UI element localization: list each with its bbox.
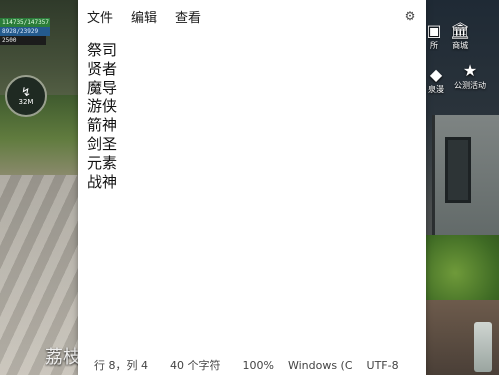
text-line: 祭司 <box>87 41 118 59</box>
text-line: 战神 <box>87 172 118 191</box>
menu-file[interactable]: 文件 <box>87 7 113 26</box>
misc-icon: ◆ <box>429 65 443 84</box>
zoom-level[interactable]: 100% <box>243 359 274 372</box>
partial-icon: ▣ <box>428 22 440 40</box>
menu-view[interactable]: 查看 <box>175 7 201 26</box>
mall-button[interactable]: 🏛 商城 <box>450 22 470 51</box>
hp-bar: 114735/147357 <box>0 18 50 27</box>
text-line: 元素 <box>87 153 118 172</box>
menu-bar: 文件 编辑 查看 <box>78 0 426 32</box>
cut-label: ▣ 所 <box>428 22 440 51</box>
game-scene-left <box>0 0 78 375</box>
game-scene-right <box>426 0 499 375</box>
text-line: 魔导 <box>87 78 118 97</box>
cut-label-text: 所 <box>430 41 438 50</box>
text-line: 游侠 <box>87 97 118 116</box>
event-button[interactable]: ★ 公测活动 <box>454 62 486 91</box>
status-bar: 行 8，列 4 40 个字符 100% Windows (C UTF-8 <box>78 355 426 375</box>
notepad-window: 文件 编辑 查看 ⚙ 祭司 贤者 魔导 游侠 箭神 剑圣 元素 战神 行 8，列… <box>78 0 426 375</box>
mall-label: 商城 <box>452 41 469 50</box>
misc-label: 泉漫 <box>428 85 444 94</box>
event-label: 公测活动 <box>454 81 486 90</box>
scroll-handle[interactable] <box>474 322 492 372</box>
encoding[interactable]: UTF-8 <box>367 359 399 372</box>
scene-caption: 荔枝 <box>45 347 81 368</box>
minimap-value: 32M <box>18 98 34 106</box>
text-line: 箭神 <box>87 116 118 135</box>
ability-icon: ↯ <box>20 85 32 99</box>
cursor-position: 行 8，列 4 <box>94 359 148 372</box>
event-icon: ★ <box>462 61 478 80</box>
char-count: 40 个字符 <box>170 359 221 372</box>
house-wall <box>432 115 499 255</box>
mp-bar: 8928/23929 <box>0 27 50 36</box>
minimap[interactable]: ↯ 32M <box>5 75 47 117</box>
text-line: 贤者 <box>87 59 118 78</box>
hud-status-bars: 114735/147357 8928/23929 2500 <box>0 18 50 45</box>
menu-edit[interactable]: 编辑 <box>131 7 157 26</box>
gear-icon[interactable]: ⚙ <box>403 9 417 23</box>
line-ending[interactable]: Windows (C <box>288 359 353 372</box>
shop-icon: 🏛 <box>450 21 471 40</box>
exp-bar: 2500 <box>0 36 46 45</box>
text-editor[interactable]: 祭司 贤者 魔导 游侠 箭神 剑圣 元素 战神 <box>87 41 414 351</box>
text-line: 剑圣 <box>87 134 118 153</box>
misc-button[interactable]: ◆ 泉漫 <box>428 66 444 95</box>
